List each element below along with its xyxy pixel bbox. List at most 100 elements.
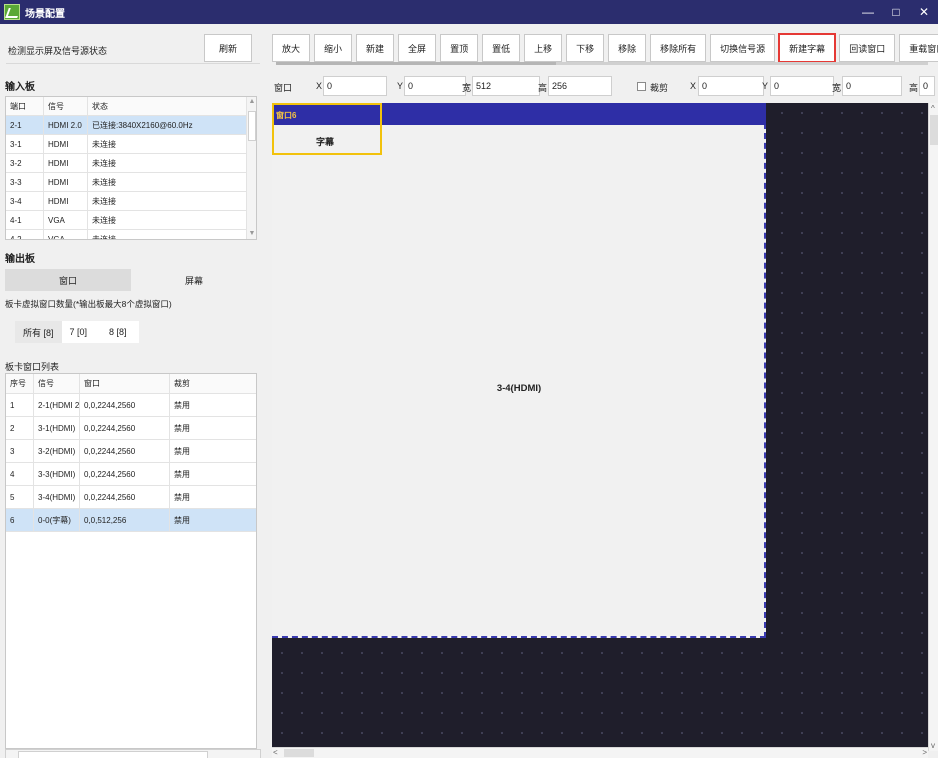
table-cell: 5 xyxy=(6,486,34,508)
scroll-thumb[interactable] xyxy=(18,751,208,758)
refresh-button[interactable]: 刷新 xyxy=(204,34,252,62)
toolbar-button-11[interactable]: 新建字幕 xyxy=(778,33,837,63)
crop-label: 裁剪 xyxy=(650,83,669,93)
canvas-vertical-scrollbar[interactable]: ^ v xyxy=(928,103,938,751)
input-table[interactable]: 端口 信号 状态 2-1 HDMI 2.0 已连接:3840X2160@60.0Hz… xyxy=(5,96,257,240)
close-button[interactable]: ✕ xyxy=(910,0,938,24)
table-cell: 已连接:3840X2160@60.0Hz xyxy=(92,120,193,130)
scroll-right-icon[interactable]: > xyxy=(922,748,927,757)
window-table[interactable]: 序号 信号 窗口 裁剪 12-1(HDMI 2.0)0,0,2244,2560禁… xyxy=(5,373,257,749)
scroll-thumb[interactable] xyxy=(248,111,256,141)
crop-y-label: Y xyxy=(762,81,769,91)
scroll-down-icon[interactable]: ▼ xyxy=(248,230,256,238)
scroll-left-icon[interactable]: < xyxy=(273,748,278,757)
maximize-button[interactable]: □ xyxy=(882,0,910,24)
table-cell: 3-1(HDMI) xyxy=(34,417,80,439)
toolbar-button-7[interactable]: 下移 xyxy=(566,34,605,62)
table-cell: VGA xyxy=(44,230,88,239)
toolbar-button-13[interactable]: 重载窗口 xyxy=(899,34,938,62)
table-cell: 禁用 xyxy=(174,400,190,410)
table-row[interactable]: 2 3-1(HDMI) 0,0,2244,2560 禁用 xyxy=(6,417,256,440)
subtitle-window-selection[interactable]: 字幕 xyxy=(272,103,382,155)
toolbar-button-10[interactable]: 切换信号源 xyxy=(710,34,776,62)
scroll-up-icon[interactable]: ▲ xyxy=(248,98,256,106)
table-cell: 禁用 xyxy=(174,492,190,502)
table-row[interactable]: 3-2 HDMI 未连接 xyxy=(6,154,256,173)
toolbar-button-8[interactable]: 移除 xyxy=(608,34,647,62)
title-bar: 场景配置 — □ ✕ xyxy=(0,0,938,24)
layout-canvas[interactable]: 3-4(HDMI) 窗口6 字幕 xyxy=(272,103,932,751)
y-field[interactable]: 0 xyxy=(404,76,466,96)
height-field[interactable]: 256 xyxy=(548,76,612,96)
table-row[interactable]: 3-4 HDMI 未连接 xyxy=(6,192,256,211)
screen-3-4[interactable]: 3-4(HDMI) xyxy=(272,103,766,638)
input-table-scrollbar[interactable]: ▲ ▼ xyxy=(246,97,256,239)
table-cell: 0,0,2244,2560 xyxy=(80,440,170,462)
toolbar-button-4[interactable]: 置顶 xyxy=(440,34,479,62)
toolbar-scroll-fill xyxy=(276,62,556,65)
table-row[interactable]: 12-1(HDMI 2.0)0,0,2244,2560 禁用 xyxy=(6,394,256,417)
table-row[interactable]: 6 0-0(字幕) 0,0,512,256 禁用 xyxy=(6,509,256,532)
toolbar-button-9[interactable]: 移除所有 xyxy=(650,34,707,62)
table-row[interactable]: 3 3-2(HDMI) 0,0,2244,2560 禁用 xyxy=(6,440,256,463)
canvas-horizontal-scrollbar[interactable]: < > xyxy=(272,747,928,758)
toolbar-button-3[interactable]: 全屏 xyxy=(398,34,437,62)
table-cell: 3-2 xyxy=(6,154,44,172)
crop-x-field[interactable]: 0 xyxy=(698,76,764,96)
table-cell: HDMI xyxy=(44,173,88,191)
table-cell: 3-4(HDMI) xyxy=(34,486,80,508)
toolbar-button-2[interactable]: 新建 xyxy=(356,34,395,62)
col-header-status: 状态 xyxy=(92,101,108,111)
window-list-label: 板卡窗口列表 xyxy=(5,362,60,372)
width-field[interactable]: 512 xyxy=(472,76,540,96)
scroll-up-icon[interactable]: ^ xyxy=(931,104,935,113)
table-cell: 4-1 xyxy=(6,211,44,229)
table-row[interactable]: 2-1 HDMI 2.0 已连接:3840X2160@60.0Hz xyxy=(6,116,256,135)
table-cell: HDMI xyxy=(44,154,88,172)
table-cell: 未连接 xyxy=(92,196,116,206)
table-cell: 未连接 xyxy=(92,139,116,149)
table-cell: 0,0,2244,2560 xyxy=(80,394,170,416)
table-row[interactable]: 4-2 VGA 未连接 xyxy=(6,230,256,239)
toolbar-button-0[interactable]: 放大 xyxy=(272,34,311,62)
scroll-thumb[interactable] xyxy=(930,115,938,145)
x-field[interactable]: 0 xyxy=(323,76,387,96)
input-table-header: 端口 信号 状态 xyxy=(6,97,256,116)
toolbar-button-6[interactable]: 上移 xyxy=(524,34,563,62)
table-row[interactable]: 3-1 HDMI 未连接 xyxy=(6,135,256,154)
crop-x-label: X xyxy=(690,81,697,91)
board-tab-7[interactable]: 7 [0] xyxy=(62,321,96,343)
table-cell: 0,0,2244,2560 xyxy=(80,486,170,508)
input-board-title: 输入板 xyxy=(5,82,35,93)
table-cell: 0,0,2244,2560 xyxy=(80,417,170,439)
table-cell: HDMI xyxy=(44,192,88,210)
crop-height-field[interactable]: 0 xyxy=(919,76,935,96)
toolbar-button-5[interactable]: 置低 xyxy=(482,34,521,62)
scroll-down-icon[interactable]: v xyxy=(931,741,935,750)
table-row[interactable]: 4-1 VGA 未连接 xyxy=(6,211,256,230)
table-cell: 2 xyxy=(6,417,34,439)
toolbar-button-12[interactable]: 回读窗口 xyxy=(839,34,896,62)
table-cell: 1 xyxy=(6,394,34,416)
table-cell: HDMI 2.0 xyxy=(44,116,88,134)
table-cell: 2-1(HDMI 2.0) xyxy=(34,394,80,416)
table-row[interactable]: 4 3-3(HDMI) 0,0,2244,2560 禁用 xyxy=(6,463,256,486)
left-horizontal-scrollbar[interactable] xyxy=(5,749,261,758)
tab-window[interactable]: 窗口 xyxy=(5,269,131,291)
tab-screen[interactable]: 屏幕 xyxy=(131,269,257,291)
board-tab-8[interactable]: 8 [8] xyxy=(95,321,139,343)
minimize-button[interactable]: — xyxy=(854,0,882,24)
crop-checkbox[interactable] xyxy=(637,82,646,91)
crop-width-field[interactable]: 0 xyxy=(842,76,902,96)
col-header-index: 序号 xyxy=(6,374,34,393)
table-row[interactable]: 3-3 HDMI 未连接 xyxy=(6,173,256,192)
left-panel: 检测显示屏及信号源状态 刷新 输入板 端口 信号 状态 2-1 HDMI 2.0 已… xyxy=(0,24,266,758)
toolbar-button-1[interactable]: 缩小 xyxy=(314,34,353,62)
board-tab-all[interactable]: 所有 [8] xyxy=(15,321,62,343)
table-cell: 4 xyxy=(6,463,34,485)
crop-y-field[interactable]: 0 xyxy=(770,76,834,96)
table-row[interactable]: 5 3-4(HDMI) 0,0,2244,2560 禁用 xyxy=(6,486,256,509)
table-cell: 3 xyxy=(6,440,34,462)
scroll-thumb[interactable] xyxy=(284,749,314,757)
table-cell: 0-0(字幕) xyxy=(34,509,80,531)
